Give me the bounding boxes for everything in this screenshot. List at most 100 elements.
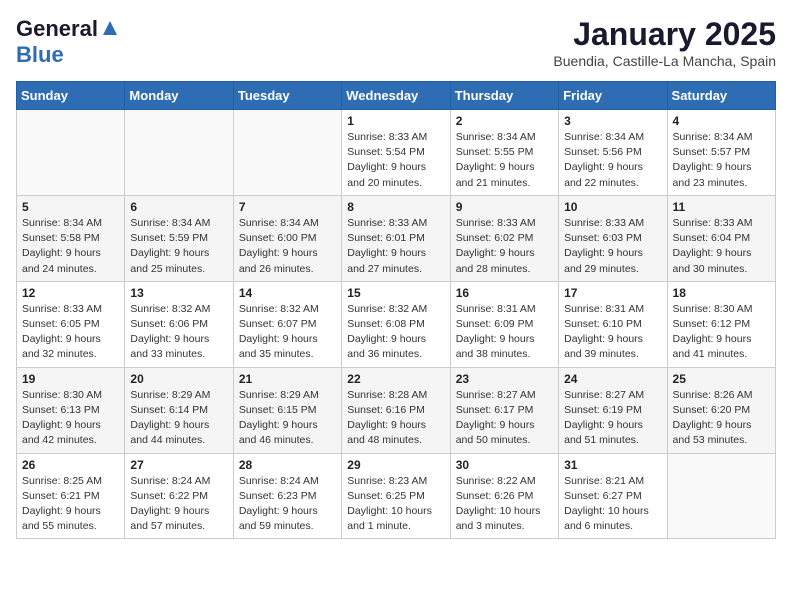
calendar-cell: 5Sunrise: 8:34 AM Sunset: 5:58 PM Daylig… [17, 195, 125, 281]
calendar-cell: 15 Sunrise: 8:32 AM Sunset: 6:08 PM Dayli… [342, 281, 450, 367]
calendar-cell: 29Sunrise: 8:23 AM Sunset: 6:25 PM Dayli… [342, 453, 450, 539]
calendar-cell: 14Sunrise: 8:32 AM Sunset: 6:07 PM Dayli… [233, 281, 341, 367]
calendar-cell: 25 Sunrise: 8:26 AM Sunset: 6:20 PM Dayli… [667, 367, 775, 453]
calendar-cell: 27 Sunrise: 8:24 AM Sunset: 6:22 PM Dayli… [125, 453, 233, 539]
day-info: Sunrise: 8:29 AM Sunset: 6:14 PM Dayligh… [130, 388, 227, 449]
day-number: 22 [347, 372, 444, 386]
page-title: January 2025 [553, 16, 776, 53]
calendar-cell: 31 Sunrise: 8:21 AM Sunset: 6:27 PM Dayli… [559, 453, 667, 539]
calendar-table: SundayMondayTuesdayWednesdayThursdayFrid… [16, 81, 776, 539]
day-info: Sunrise: 8:28 AM Sunset: 6:16 PM Dayligh… [347, 388, 444, 449]
weekday-header-tuesday: Tuesday [233, 82, 341, 110]
calendar-cell: 10 Sunrise: 8:33 AM Sunset: 6:03 PM Dayli… [559, 195, 667, 281]
day-info: Sunrise: 8:33 AM Sunset: 6:01 PM Dayligh… [347, 216, 444, 277]
day-info: Sunrise: 8:34 AM Sunset: 5:57 PM Dayligh… [673, 130, 770, 191]
day-number: 19 [22, 372, 119, 386]
calendar-cell: 18Sunrise: 8:30 AM Sunset: 6:12 PM Dayli… [667, 281, 775, 367]
logo: General Blue [16, 16, 119, 68]
calendar-week-1: 1 Sunrise: 8:33 AM Sunset: 5:54 PM Daylig… [17, 110, 776, 196]
day-number: 20 [130, 372, 227, 386]
day-number: 30 [456, 458, 553, 472]
day-number: 9 [456, 200, 553, 214]
day-info: Sunrise: 8:26 AM Sunset: 6:20 PM Dayligh… [673, 388, 770, 449]
day-info: Sunrise: 8:24 AM Sunset: 6:22 PM Dayligh… [130, 474, 227, 535]
day-number: 27 [130, 458, 227, 472]
day-info: Sunrise: 8:33 AM Sunset: 6:02 PM Dayligh… [456, 216, 553, 277]
calendar-cell: 23 Sunrise: 8:27 AM Sunset: 6:17 PM Dayli… [450, 367, 558, 453]
calendar-cell: 24 Sunrise: 8:27 AM Sunset: 6:19 PM Dayli… [559, 367, 667, 453]
day-number: 12 [22, 286, 119, 300]
calendar-cell: 21Sunrise: 8:29 AM Sunset: 6:15 PM Dayli… [233, 367, 341, 453]
day-info: Sunrise: 8:31 AM Sunset: 6:10 PM Dayligh… [564, 302, 661, 363]
day-info: Sunrise: 8:34 AM Sunset: 5:56 PM Dayligh… [564, 130, 661, 191]
day-info: Sunrise: 8:25 AM Sunset: 6:21 PM Dayligh… [22, 474, 119, 535]
calendar-week-5: 26 Sunrise: 8:25 AM Sunset: 6:21 PM Dayli… [17, 453, 776, 539]
calendar-cell: 3Sunrise: 8:34 AM Sunset: 5:56 PM Daylig… [559, 110, 667, 196]
day-number: 24 [564, 372, 661, 386]
day-info: Sunrise: 8:29 AM Sunset: 6:15 PM Dayligh… [239, 388, 336, 449]
calendar-cell: 4 Sunrise: 8:34 AM Sunset: 5:57 PM Daylig… [667, 110, 775, 196]
day-number: 18 [673, 286, 770, 300]
day-number: 28 [239, 458, 336, 472]
calendar-cell [17, 110, 125, 196]
calendar-cell: 8 Sunrise: 8:33 AM Sunset: 6:01 PM Daylig… [342, 195, 450, 281]
day-number: 16 [456, 286, 553, 300]
calendar-cell: 28 Sunrise: 8:24 AM Sunset: 6:23 PM Dayli… [233, 453, 341, 539]
day-number: 17 [564, 286, 661, 300]
calendar-cell: 12 Sunrise: 8:33 AM Sunset: 6:05 PM Dayli… [17, 281, 125, 367]
logo-text-blue: Blue [16, 42, 64, 67]
day-info: Sunrise: 8:27 AM Sunset: 6:19 PM Dayligh… [564, 388, 661, 449]
day-info: Sunrise: 8:23 AM Sunset: 6:25 PM Dayligh… [347, 474, 444, 535]
calendar-week-3: 12 Sunrise: 8:33 AM Sunset: 6:05 PM Dayli… [17, 281, 776, 367]
day-info: Sunrise: 8:33 AM Sunset: 6:04 PM Dayligh… [673, 216, 770, 277]
day-info: Sunrise: 8:34 AM Sunset: 6:00 PM Dayligh… [239, 216, 336, 277]
day-number: 6 [130, 200, 227, 214]
day-number: 31 [564, 458, 661, 472]
day-info: Sunrise: 8:33 AM Sunset: 6:03 PM Dayligh… [564, 216, 661, 277]
day-info: Sunrise: 8:24 AM Sunset: 6:23 PM Dayligh… [239, 474, 336, 535]
page-header: General Blue January 2025 Buendia, Casti… [16, 16, 776, 69]
calendar-cell: 30 Sunrise: 8:22 AM Sunset: 6:26 PM Dayli… [450, 453, 558, 539]
weekday-header-saturday: Saturday [667, 82, 775, 110]
day-info: Sunrise: 8:32 AM Sunset: 6:07 PM Dayligh… [239, 302, 336, 363]
day-info: Sunrise: 8:33 AM Sunset: 5:54 PM Dayligh… [347, 130, 444, 191]
day-number: 8 [347, 200, 444, 214]
day-number: 10 [564, 200, 661, 214]
day-info: Sunrise: 8:22 AM Sunset: 6:26 PM Dayligh… [456, 474, 553, 535]
day-number: 23 [456, 372, 553, 386]
calendar-cell: 7 Sunrise: 8:34 AM Sunset: 6:00 PM Daylig… [233, 195, 341, 281]
logo-triangle-icon [101, 19, 119, 42]
day-number: 7 [239, 200, 336, 214]
day-number: 2 [456, 114, 553, 128]
calendar-cell: 13Sunrise: 8:32 AM Sunset: 6:06 PM Dayli… [125, 281, 233, 367]
calendar-cell: 17 Sunrise: 8:31 AM Sunset: 6:10 PM Dayli… [559, 281, 667, 367]
calendar-cell: 19 Sunrise: 8:30 AM Sunset: 6:13 PM Dayli… [17, 367, 125, 453]
weekday-header-thursday: Thursday [450, 82, 558, 110]
calendar-cell [125, 110, 233, 196]
day-info: Sunrise: 8:21 AM Sunset: 6:27 PM Dayligh… [564, 474, 661, 535]
day-number: 11 [673, 200, 770, 214]
day-info: Sunrise: 8:30 AM Sunset: 6:13 PM Dayligh… [22, 388, 119, 449]
day-number: 25 [673, 372, 770, 386]
calendar-cell: 1 Sunrise: 8:33 AM Sunset: 5:54 PM Daylig… [342, 110, 450, 196]
day-info: Sunrise: 8:34 AM Sunset: 5:59 PM Dayligh… [130, 216, 227, 277]
day-number: 15 [347, 286, 444, 300]
day-number: 4 [673, 114, 770, 128]
calendar-cell: 11 Sunrise: 8:33 AM Sunset: 6:04 PM Dayli… [667, 195, 775, 281]
calendar-cell: 26 Sunrise: 8:25 AM Sunset: 6:21 PM Dayli… [17, 453, 125, 539]
calendar-cell: 9 Sunrise: 8:33 AM Sunset: 6:02 PM Daylig… [450, 195, 558, 281]
day-number: 26 [22, 458, 119, 472]
calendar-cell: 22 Sunrise: 8:28 AM Sunset: 6:16 PM Dayli… [342, 367, 450, 453]
calendar-cell: 16Sunrise: 8:31 AM Sunset: 6:09 PM Dayli… [450, 281, 558, 367]
day-number: 1 [347, 114, 444, 128]
calendar-cell [667, 453, 775, 539]
title-block: January 2025 Buendia, Castille-La Mancha… [553, 16, 776, 69]
logo-text-general: General [16, 16, 98, 42]
day-info: Sunrise: 8:32 AM Sunset: 6:08 PM Dayligh… [347, 302, 444, 363]
day-info: Sunrise: 8:33 AM Sunset: 6:05 PM Dayligh… [22, 302, 119, 363]
day-info: Sunrise: 8:27 AM Sunset: 6:17 PM Dayligh… [456, 388, 553, 449]
calendar-header-row: SundayMondayTuesdayWednesdayThursdayFrid… [17, 82, 776, 110]
weekday-header-friday: Friday [559, 82, 667, 110]
day-number: 5 [22, 200, 119, 214]
page-subtitle: Buendia, Castille-La Mancha, Spain [553, 53, 776, 69]
